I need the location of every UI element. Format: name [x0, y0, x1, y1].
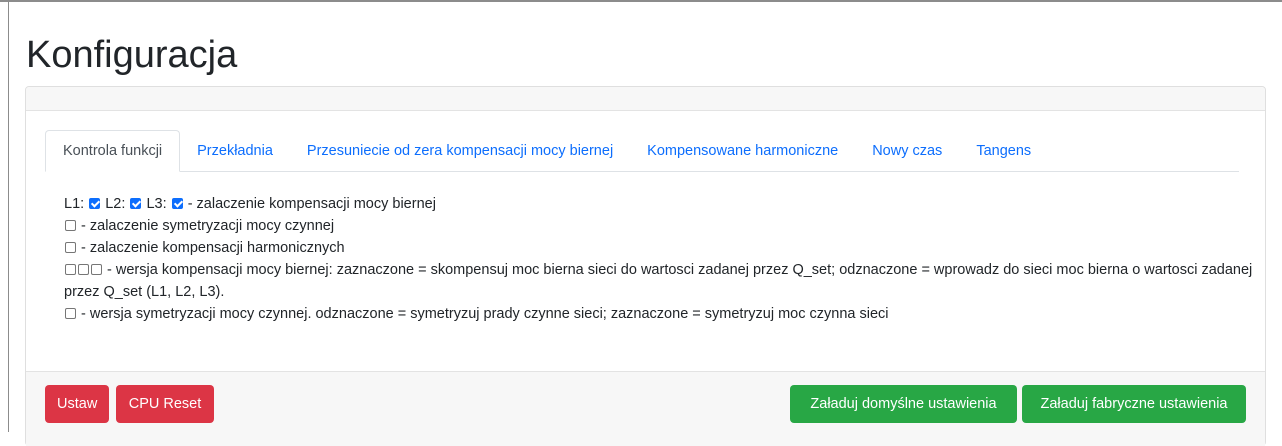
reactive-compensation-row: L1: L2: L3: - zalaczenie kompensacji moc… [64, 193, 1254, 215]
l3-checkbox[interactable] [171, 198, 183, 209]
load-factory-settings-button[interactable]: Załaduj fabryczne ustawienia [1022, 385, 1246, 423]
tab-bar: Kontrola funkcji Przekładnia Przesunieci… [45, 130, 1239, 172]
harmonic-compensation-checkbox[interactable] [65, 242, 76, 253]
active-version-label: - wersja symetryzacji mocy czynnej. odzn… [81, 306, 889, 322]
active-symmetrization-row: - zalaczenie symetryzacji mocy czynnej [64, 215, 1254, 237]
harmonic-compensation-label: - zalaczenie kompensacji harmonicznych [81, 240, 345, 256]
tab-tangens[interactable]: Tangens [959, 131, 1048, 171]
active-version-checkbox[interactable] [65, 308, 76, 319]
active-symmetrization-label: - zalaczenie symetryzacji mocy czynnej [81, 218, 335, 234]
harmonic-compensation-row: - zalaczenie kompensacji harmonicznych [64, 237, 1254, 259]
reactive-version-l1-checkbox[interactable] [65, 264, 76, 275]
load-default-settings-button[interactable]: Załaduj domyślne ustawienia [790, 385, 1017, 423]
window-top-border [0, 0, 1282, 2]
active-version-row: - wersja symetryzacji mocy czynnej. odzn… [64, 303, 1254, 325]
l2-checkbox[interactable] [130, 198, 142, 209]
tab-przekladnia[interactable]: Przekładnia [180, 131, 290, 171]
config-card: Kontrola funkcji Przekładnia Przesunieci… [25, 86, 1266, 446]
l3-label: L3: [146, 196, 167, 212]
reactive-version-l2-checkbox[interactable] [78, 264, 89, 275]
reactive-compensation-label: - zalaczenie kompensacji mocy biernej [187, 196, 436, 212]
cpu-reset-button[interactable]: CPU Reset [116, 385, 214, 423]
l1-label: L1: [64, 196, 85, 212]
page-title: Konfiguracja [26, 34, 238, 76]
reactive-version-row: - wersja kompensacji mocy biernej: zazna… [64, 259, 1254, 303]
reactive-version-l3-checkbox[interactable] [91, 264, 102, 275]
tab-kompensowane-harmoniczne[interactable]: Kompensowane harmoniczne [630, 131, 855, 171]
card-header [26, 87, 1265, 111]
l1-checkbox[interactable] [89, 198, 101, 209]
window-left-border [8, 0, 9, 432]
l2-label: L2: [105, 196, 126, 212]
tab-nowy-czas[interactable]: Nowy czas [855, 131, 959, 171]
card-footer: Ustaw CPU Reset Załaduj domyślne ustawie… [26, 371, 1265, 446]
set-button[interactable]: Ustaw [45, 385, 109, 423]
function-control-panel: L1: L2: L3: - zalaczenie kompensacji moc… [64, 193, 1254, 325]
reactive-version-label: - wersja kompensacji mocy biernej: zazna… [64, 262, 1253, 300]
tab-kontrola-funkcji[interactable]: Kontrola funkcji [45, 130, 181, 172]
tab-przesuniecie[interactable]: Przesuniecie od zera kompensacji mocy bi… [290, 131, 630, 171]
active-symmetrization-checkbox[interactable] [65, 220, 76, 231]
